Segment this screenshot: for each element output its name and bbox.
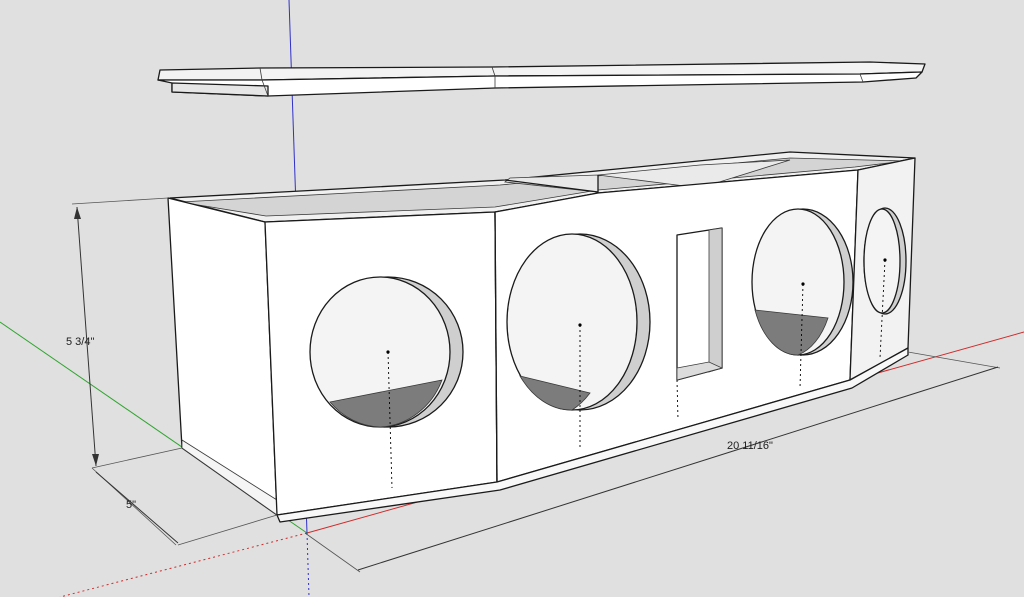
modeling-viewport[interactable]: 5 3/4" 5" 20 11/16" [0,0,1024,597]
red-axis-negative [59,532,308,597]
blue-axis-negative [306,532,310,597]
length-label: 20 11/16" [727,440,773,452]
height-label: 5 3/4" [66,336,94,348]
lid-panel[interactable] [157,61,926,97]
depth-label: 5" [126,499,136,511]
dimension-height[interactable]: 5 3/4" [66,197,183,469]
3d-model-scene[interactable]: 5 3/4" 5" 20 11/16" [0,0,1024,597]
